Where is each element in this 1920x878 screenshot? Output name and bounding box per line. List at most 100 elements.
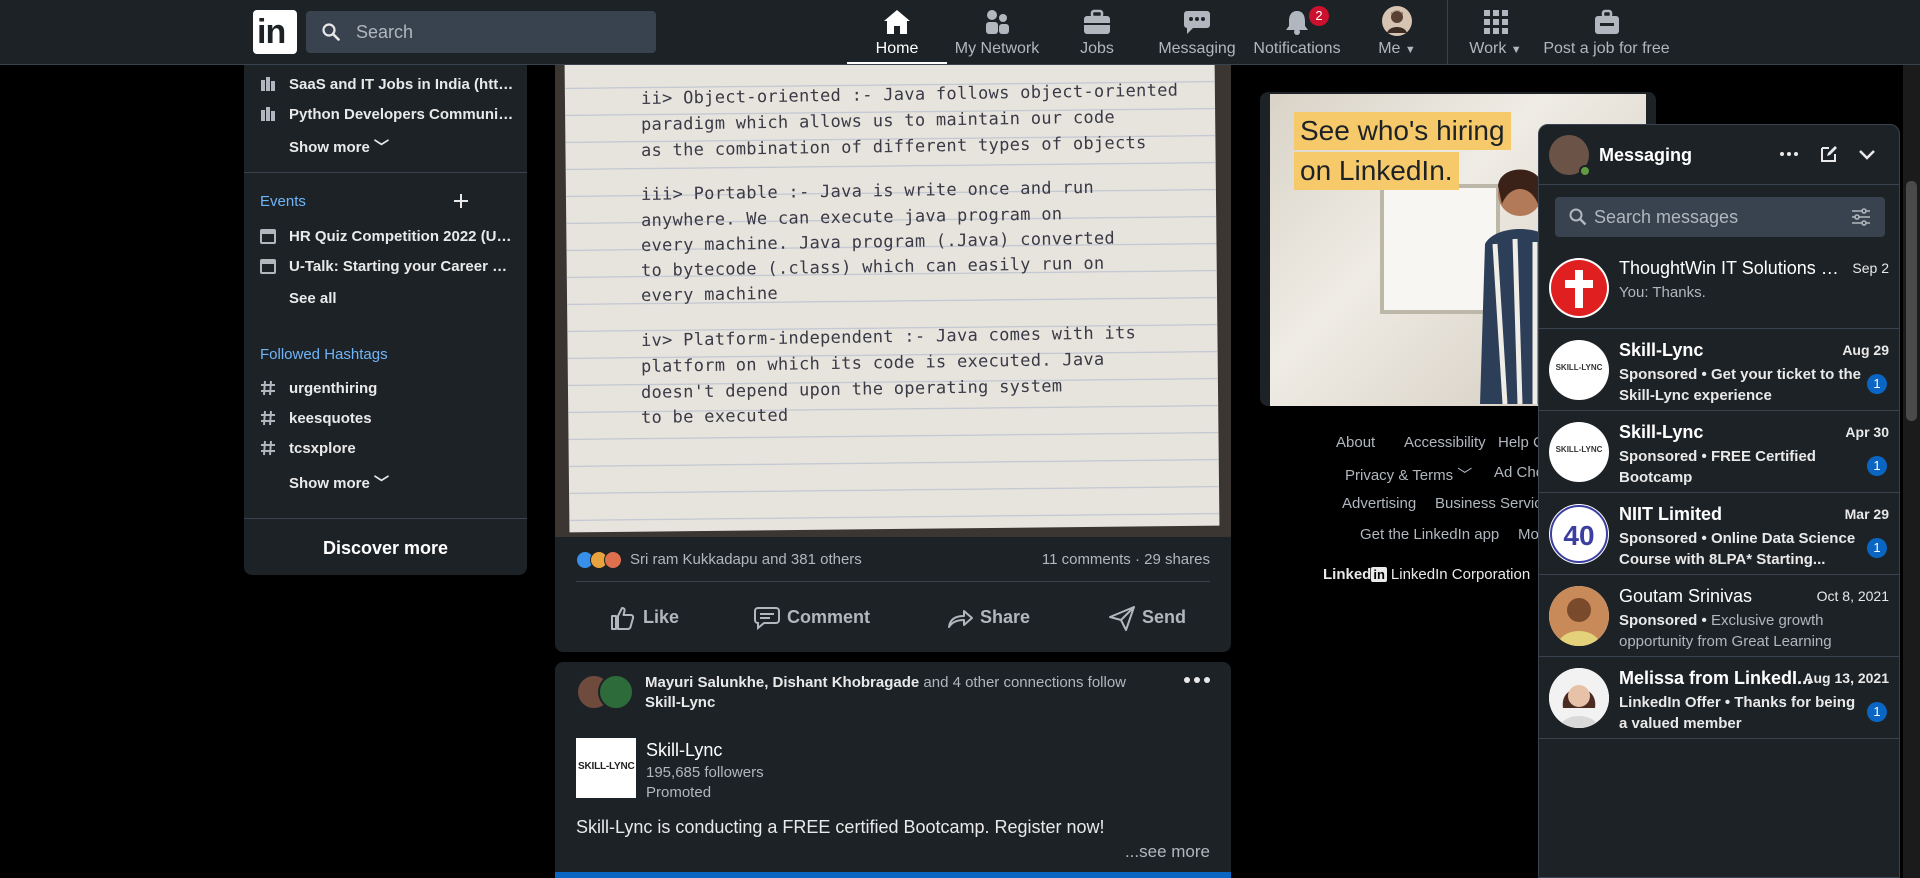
conversation-preview: You: Thanks. xyxy=(1619,284,1706,301)
conversation-avatar: SKILL-LYNC xyxy=(1549,422,1609,482)
hashtags-show-more[interactable]: Show more ﹀ xyxy=(289,472,389,493)
nav-messaging-label: Messaging xyxy=(1158,40,1236,57)
post-image[interactable]: ii> Object-oriented :- Java follows obje… xyxy=(555,65,1231,537)
avatar-text: SKILL-LYNC xyxy=(1555,363,1603,372)
hashtags-heading[interactable]: Followed Hashtags xyxy=(260,346,388,363)
messaging-title: Messaging xyxy=(1599,145,1693,165)
nav-post-job-label: Post a job for free xyxy=(1543,40,1670,57)
event-label: U-Talk: Starting your Career at ... xyxy=(289,258,514,275)
add-event-icon[interactable] xyxy=(452,192,470,210)
sponsored-label: LinkedIn Offer • xyxy=(1619,694,1731,711)
feed-post: Mayuri Salunkhe, Dishant Khobragade and … xyxy=(555,662,1231,878)
share-button[interactable]: Share xyxy=(946,595,1046,639)
footer-link-business[interactable]: Business Service xyxy=(1435,495,1550,512)
comment-button[interactable]: Comment xyxy=(753,595,893,639)
footer-link-more[interactable]: Mo xyxy=(1518,526,1539,543)
chevron-down-icon: ﹀ xyxy=(374,139,390,156)
footer-link-help[interactable]: Help C xyxy=(1498,434,1544,451)
compose-icon[interactable] xyxy=(1819,144,1839,164)
ad-headline: on LinkedIn. xyxy=(1294,152,1459,190)
scrollbar-thumb[interactable] xyxy=(1906,181,1917,421)
left-sidebar: SaaS and IT Jobs in India (http... Pytho… xyxy=(244,65,527,575)
unread-badge: 1 xyxy=(1867,538,1887,558)
bell-icon xyxy=(1286,11,1308,35)
conversation-preview: Sponsored • Exclusive growth opportunity… xyxy=(1619,610,1863,652)
conversation-avatar: 40 xyxy=(1549,504,1609,564)
footer-link-about[interactable]: About xyxy=(1336,434,1375,451)
conversation-date: Mar 29 xyxy=(1844,506,1889,522)
send-button[interactable]: Send xyxy=(1108,595,1208,639)
comment-label: Comment xyxy=(787,607,871,627)
reactions-count[interactable]: Sri ram Kukkadapu and 381 others xyxy=(630,551,862,568)
discover-more-button[interactable]: Discover more xyxy=(244,538,527,559)
see-more-link[interactable]: ...see more xyxy=(1125,842,1210,862)
linkedin-logo[interactable]: in xyxy=(253,10,297,54)
conversation-item[interactable]: Melissa from LinkedI... Aug 13, 2021 Lin… xyxy=(1539,657,1899,739)
comment-icon xyxy=(754,607,780,631)
connection-company[interactable]: Skill-Lync xyxy=(645,694,715,711)
comments-shares-count[interactable]: 11 comments · 29 shares xyxy=(1042,551,1210,568)
search-box[interactable] xyxy=(306,11,656,53)
conversation-date: Apr 30 xyxy=(1845,424,1889,440)
like-button[interactable]: Like xyxy=(609,595,709,639)
more-options-icon[interactable] xyxy=(1779,144,1799,164)
events-heading[interactable]: Events xyxy=(260,193,306,210)
page-scrollbar[interactable] xyxy=(1903,65,1920,878)
brand-in-box: in xyxy=(1371,567,1387,582)
hashtag-icon xyxy=(261,410,275,426)
footer-link-ad-choices[interactable]: Ad Cho xyxy=(1494,464,1544,481)
post-image-top[interactable] xyxy=(555,872,1231,878)
logo-text: SKILL-LYNC xyxy=(578,761,635,772)
nav-jobs[interactable]: Jobs xyxy=(1047,0,1147,64)
like-label: Like xyxy=(643,607,680,627)
conversation-name: ThoughtWin IT Solutions Pv... xyxy=(1619,258,1847,278)
conversation-item[interactable]: SKILL-LYNC Skill-Lync Apr 30 Sponsored •… xyxy=(1539,411,1899,493)
avatar-text: SKILL-LYNC xyxy=(1555,445,1603,454)
more-options-icon[interactable] xyxy=(1183,676,1211,684)
nav-notifications[interactable]: 2 Notifications xyxy=(1247,0,1347,64)
post-text: Skill-Lync is conducting a FREE certifie… xyxy=(576,817,1105,837)
corp-text: LinkedIn Corporation xyxy=(1390,566,1531,583)
company-logo[interactable]: SKILL-LYNC xyxy=(576,738,636,798)
search-input[interactable] xyxy=(356,11,646,53)
chevron-down-icon[interactable] xyxy=(1857,144,1877,164)
connection-names[interactable]: Mayuri Salunkhe, Dishant Khobragade xyxy=(645,674,919,691)
nav-post-job[interactable]: Post a job for free xyxy=(1543,0,1670,64)
filter-icon[interactable] xyxy=(1851,208,1871,226)
messaging-panel: Messaging Search messages ThoughtWin IT … xyxy=(1538,124,1900,878)
conversation-item[interactable]: 40 NIIT Limited Mar 29 Sponsored • Onlin… xyxy=(1539,493,1899,575)
conversation-date: Sep 2 xyxy=(1852,260,1889,276)
conversation-name: Goutam Srinivas xyxy=(1619,586,1753,606)
messaging-header[interactable]: Messaging xyxy=(1539,125,1899,185)
nav-my-network[interactable]: My Network xyxy=(947,0,1047,64)
footer-link-advertising[interactable]: Advertising xyxy=(1342,495,1416,512)
chevron-down-icon: ﹀ xyxy=(374,475,390,492)
company-name[interactable]: Skill-Lync xyxy=(646,740,722,761)
nav-messaging[interactable]: Messaging xyxy=(1147,0,1247,64)
nav-work[interactable]: Work ▼ xyxy=(1448,0,1543,64)
groups-show-more[interactable]: Show more ﹀ xyxy=(289,136,389,157)
footer-link-privacy[interactable]: Privacy & Terms ﹀ xyxy=(1345,464,1472,485)
footer-link-accessibility[interactable]: Accessibility xyxy=(1404,434,1486,451)
avatar-text: 40 xyxy=(1563,520,1594,551)
search-icon xyxy=(1569,208,1587,226)
chevron-down-icon: ﹀ xyxy=(1457,467,1473,484)
conversation-item[interactable]: Goutam Srinivas Oct 8, 2021 Sponsored • … xyxy=(1539,575,1899,657)
sponsored-label: Sponsored • xyxy=(1619,530,1707,547)
conversation-avatar xyxy=(1549,586,1609,646)
search-icon xyxy=(322,23,340,41)
unread-badge: 1 xyxy=(1867,456,1887,476)
conversation-item[interactable]: SKILL-LYNC Skill-Lync Aug 29 Sponsored •… xyxy=(1539,329,1899,411)
share-icon xyxy=(948,610,973,628)
connection-rest: and 4 other connections follow xyxy=(919,674,1127,691)
conversation-name: Skill-Lync xyxy=(1619,340,1704,360)
messaging-search[interactable]: Search messages xyxy=(1555,197,1885,237)
footer-link-app[interactable]: Get the LinkedIn app xyxy=(1360,526,1499,543)
connection-avatar[interactable] xyxy=(598,674,634,710)
conversation-preview: LinkedIn Offer • Thanks for being a valu… xyxy=(1619,692,1863,734)
nav-me[interactable]: Me ▼ xyxy=(1347,0,1447,64)
events-see-all[interactable]: See all xyxy=(289,290,337,307)
conversation-item[interactable]: ThoughtWin IT Solutions Pv... Sep 2 You:… xyxy=(1539,247,1899,329)
messaging-search-input[interactable]: Search messages xyxy=(1594,207,1738,228)
nav-home[interactable]: Home xyxy=(847,0,947,64)
